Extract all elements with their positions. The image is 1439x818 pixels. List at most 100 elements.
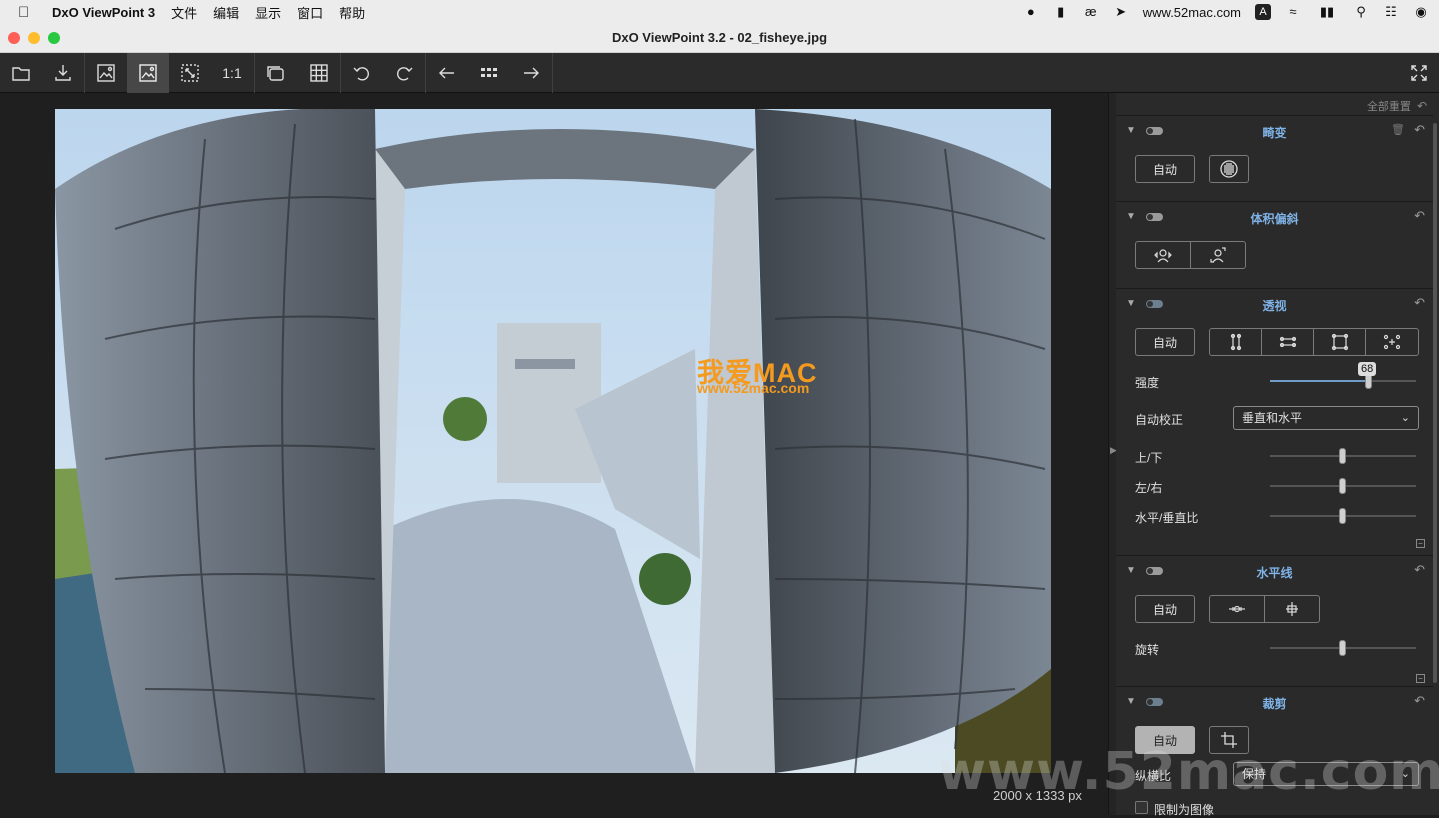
ratio-slider[interactable] (1270, 506, 1416, 526)
fit-to-screen-button[interactable] (169, 53, 211, 93)
horizon-line-button[interactable] (1210, 596, 1265, 622)
updown-label: 上/下 (1135, 451, 1163, 465)
eight-point-button[interactable] (1366, 329, 1418, 355)
open-folder-button[interactable] (0, 53, 42, 93)
horizontal-lines-icon (1279, 336, 1296, 348)
volume-section: ▼ 体积偏斜 ↶ (1116, 201, 1433, 287)
perspective-auto-button[interactable]: 自动 (1135, 328, 1195, 356)
app-status-icon[interactable]: ➤ (1113, 4, 1129, 20)
horizontal-lines-button[interactable] (1262, 329, 1314, 355)
reset-horizon-icon[interactable]: ↶ (1414, 562, 1425, 578)
actual-size-button[interactable]: 1:1 (211, 53, 253, 93)
before-view-button[interactable] (85, 53, 127, 93)
browse-images-button[interactable] (468, 53, 510, 93)
apple-menu-icon[interactable]:  (18, 4, 38, 21)
reset-distortion-icon[interactable]: ↶ (1414, 122, 1425, 138)
distortion-title: 畸变 (1262, 126, 1287, 140)
chevron-down-icon: ⌄ (1400, 412, 1410, 424)
grid-button[interactable] (298, 53, 340, 93)
spotlight-search-icon[interactable]: ⚲ (1353, 4, 1369, 20)
window-title: DxO ViewPoint 3.2 - 02_fisheye.jpg (611, 30, 828, 45)
menu-bar:  DxO ViewPoint 3 文件 编辑 显示 窗口 帮助 ● ▮ æ ➤… (0, 0, 1439, 24)
horizon-point-button[interactable] (1265, 596, 1319, 622)
rotate-right-button[interactable] (383, 53, 425, 93)
leftright-slider-knob[interactable] (1339, 478, 1346, 494)
reset-crop-icon[interactable]: ↶ (1414, 693, 1425, 709)
panel-collapse-handle[interactable]: ▶ (1108, 93, 1117, 815)
menu-window[interactable]: 窗口 (297, 3, 323, 22)
perspective-mode-segment (1209, 328, 1419, 356)
reset-perspective-icon[interactable]: ↶ (1414, 295, 1425, 311)
next-image-button[interactable] (510, 53, 552, 93)
reset-volume-icon[interactable]: ↶ (1414, 208, 1425, 224)
distortion-auto-button[interactable]: 自动 (1135, 155, 1195, 183)
horizon-auto-button[interactable]: 自动 (1135, 595, 1195, 623)
auto-correct-value: 垂直和水平 (1242, 411, 1303, 425)
updown-slider-knob[interactable] (1339, 448, 1346, 464)
menu-edit[interactable]: 编辑 (213, 3, 239, 22)
mouse-icon[interactable]: ▮ (1053, 4, 1069, 20)
menu-help[interactable]: 帮助 (339, 3, 365, 22)
reset-all-button[interactable]: 全部重置 ↶ (1367, 98, 1427, 114)
overlay-logo-url: www.52mac.com (697, 380, 810, 396)
actual-size-label: 1:1 (222, 65, 242, 81)
rotate-slider-knob[interactable] (1339, 640, 1346, 656)
control-center-icon[interactable]: ☷ (1383, 4, 1399, 20)
ratio-slider-knob[interactable] (1339, 508, 1346, 524)
rectangle-button[interactable] (1314, 329, 1366, 355)
battery-icon[interactable]: ▮▮ (1315, 4, 1339, 20)
intensity-slider[interactable] (1270, 371, 1416, 391)
arrow-right-icon (524, 67, 539, 79)
intensity-value[interactable]: 68 (1358, 362, 1377, 376)
qq-icon[interactable]: ● (1023, 4, 1039, 20)
horizontal-volume-button[interactable] (1136, 242, 1191, 268)
site-watermark: www.52mac.com (938, 742, 1439, 802)
distortion-section: ▼ 畸变 🗑 ↶ 自动 (1116, 115, 1433, 201)
ae-icon[interactable]: æ (1083, 4, 1099, 20)
limit-to-image-label: 限制为图像 (1154, 803, 1215, 817)
rotate-left-icon (353, 67, 369, 81)
menu-site-label[interactable]: www.52mac.com (1143, 5, 1241, 20)
limit-to-image-checkbox[interactable] (1135, 801, 1148, 814)
auto-correct-dropdown[interactable]: 垂直和水平 ⌄ (1233, 406, 1419, 430)
rectangle-icon (1331, 333, 1348, 351)
fisheye-photo[interactable]: 我爱MAC www.52mac.com (55, 109, 1051, 773)
input-source-icon[interactable]: A (1255, 4, 1271, 20)
rotate-slider[interactable] (1270, 638, 1416, 658)
fisheye-correction-button[interactable] (1209, 155, 1249, 183)
panel-scrollbar[interactable] (1433, 123, 1437, 683)
image-viewer[interactable]: 我爱MAC www.52mac.com 2000 x 1333 px (0, 93, 1108, 815)
menu-app-name[interactable]: DxO ViewPoint 3 (52, 5, 155, 20)
fullscreen-button[interactable] (1398, 53, 1439, 93)
collapse-section-icon[interactable]: − (1416, 539, 1425, 548)
leftright-slider[interactable] (1270, 476, 1416, 496)
previous-image-button[interactable] (426, 53, 468, 93)
trash-icon[interactable]: 🗑 (1391, 123, 1405, 136)
updown-slider[interactable] (1270, 446, 1416, 466)
image-icon (139, 64, 157, 82)
volume-title: 体积偏斜 (1250, 212, 1299, 226)
spherical-volume-button[interactable] (1191, 242, 1245, 268)
reset-all-label: 全部重置 (1366, 101, 1411, 113)
rotate-label: 旋转 (1135, 643, 1160, 657)
vertical-lines-button[interactable] (1210, 329, 1262, 355)
collapse-section-icon[interactable]: − (1416, 674, 1425, 683)
compare-button[interactable] (255, 53, 297, 93)
window-titlebar: DxO ViewPoint 3.2 - 02_fisheye.jpg (0, 24, 1439, 53)
compare-icon (267, 66, 284, 81)
fisheye-photo-illustration (55, 109, 1051, 773)
menu-view[interactable]: 显示 (255, 3, 281, 22)
wifi-icon[interactable]: ≈ (1285, 4, 1301, 20)
toolbar: 1:1 (0, 53, 1439, 93)
leftright-label: 左/右 (1135, 481, 1163, 495)
menu-file[interactable]: 文件 (171, 3, 197, 22)
rotate-left-button[interactable] (341, 53, 383, 93)
folder-icon (12, 67, 30, 81)
perspective-title: 透视 (1262, 299, 1287, 313)
horizon-line-icon (1229, 605, 1245, 613)
eight-point-icon (1383, 334, 1401, 350)
export-button[interactable] (42, 53, 84, 93)
crop-title: 裁剪 (1262, 697, 1287, 711)
corrected-view-button[interactable] (127, 53, 169, 93)
siri-icon[interactable]: ◉ (1413, 4, 1429, 20)
